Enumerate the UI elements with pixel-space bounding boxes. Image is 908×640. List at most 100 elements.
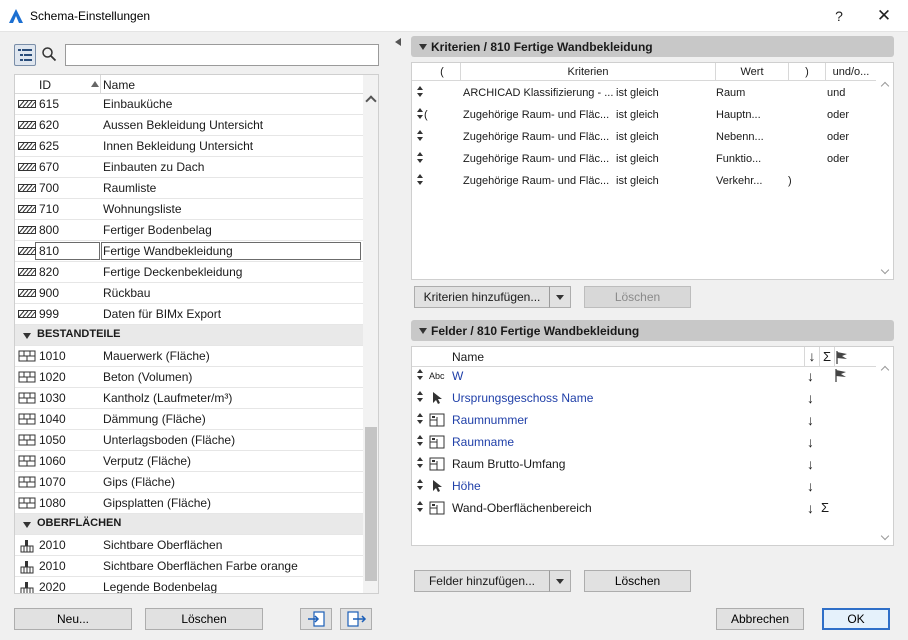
and-or[interactable]: oder bbox=[827, 131, 849, 143]
field-name[interactable]: Raumnummer bbox=[452, 413, 528, 427]
list-item[interactable]: 620 Aussen Bekleidung Untersicht bbox=[15, 115, 363, 136]
sort-down-icon[interactable]: ↓ bbox=[807, 478, 814, 494]
list-item[interactable]: 1050 Unterlagsboden (Fläche) bbox=[15, 430, 363, 451]
scrollbar-thumb[interactable] bbox=[365, 427, 377, 581]
criteria-row[interactable]: Zugehörige Raum- und Fläc... ist gleich Ne… bbox=[412, 126, 876, 148]
list-item[interactable]: 900 Rückbau bbox=[15, 283, 363, 304]
sort-down-icon[interactable]: ↓ bbox=[807, 368, 814, 384]
criterion-name[interactable]: Zugehörige Raum- und Fläc... bbox=[463, 109, 609, 121]
scroll-up-icon[interactable] bbox=[880, 365, 890, 375]
open-paren[interactable]: ( bbox=[424, 109, 428, 121]
export-button[interactable] bbox=[340, 608, 372, 630]
close-paren[interactable]: ) bbox=[788, 175, 792, 187]
scroll-up-icon[interactable] bbox=[365, 95, 377, 107]
tree-view-toggle-icon[interactable] bbox=[14, 44, 36, 66]
import-button[interactable] bbox=[300, 608, 332, 630]
reorder-handle-icon[interactable] bbox=[417, 174, 423, 186]
field-name[interactable]: Raumname bbox=[452, 435, 514, 449]
list-item[interactable]: 615 Einbauküche bbox=[15, 94, 363, 115]
criteria-row[interactable]: ARCHICAD Klassifizierung - ... ist gleich… bbox=[412, 82, 876, 104]
search-input[interactable] bbox=[65, 44, 379, 66]
and-or[interactable]: und bbox=[827, 87, 845, 99]
list-item[interactable]: 710 Wohnungsliste bbox=[15, 199, 363, 220]
list-item[interactable]: 999 Daten für BIMx Export bbox=[15, 304, 363, 325]
add-criteria-dropdown[interactable] bbox=[549, 286, 571, 308]
field-row[interactable]: Wand-Oberflächenbereich ↓ Σ bbox=[412, 497, 876, 519]
ok-button[interactable]: OK bbox=[822, 608, 890, 630]
fields-scrollbar[interactable] bbox=[877, 347, 893, 545]
field-row[interactable]: Höhe ↓ bbox=[412, 475, 876, 497]
field-name[interactable]: Raum Brutto-Umfang bbox=[452, 457, 565, 471]
add-fields-button[interactable]: Felder hinzufügen... bbox=[414, 570, 550, 592]
list-item[interactable]: 700 Raumliste bbox=[15, 178, 363, 199]
collapse-triangle-icon[interactable] bbox=[23, 333, 31, 339]
field-name[interactable]: W bbox=[452, 369, 463, 383]
field-row[interactable]: Abc W ↓ bbox=[412, 365, 876, 387]
panel-splitter[interactable] bbox=[395, 36, 403, 636]
list-item[interactable]: 800 Fertiger Bodenbelag bbox=[15, 220, 363, 241]
criterion-name[interactable]: Zugehörige Raum- und Fläc... bbox=[463, 131, 609, 143]
list-scrollbar[interactable] bbox=[363, 75, 378, 593]
list-item[interactable]: 820 Fertige Deckenbekleidung bbox=[15, 262, 363, 283]
sum-icon[interactable]: Σ bbox=[821, 500, 829, 515]
delete-criteria-button[interactable]: Löschen bbox=[584, 286, 691, 308]
reorder-handle-icon[interactable] bbox=[417, 457, 423, 469]
criterion-operator[interactable]: ist gleich bbox=[616, 109, 659, 121]
collapse-left-icon[interactable] bbox=[395, 38, 401, 46]
list-item[interactable]: 1060 Verputz (Fläche) bbox=[15, 451, 363, 472]
criteria-scrollbar[interactable] bbox=[877, 63, 893, 279]
reorder-handle-icon[interactable] bbox=[417, 479, 423, 491]
criteria-section-header[interactable]: Kriterien / 810 Fertige Wandbekleidung bbox=[411, 36, 894, 57]
criterion-value[interactable]: Nebenn... bbox=[716, 131, 764, 143]
scroll-down-icon[interactable] bbox=[880, 265, 890, 275]
list-item-selected[interactable]: 810 Fertige Wandbekleidung bbox=[15, 241, 363, 262]
add-criteria-button[interactable]: Kriterien hinzufügen... bbox=[414, 286, 550, 308]
list-item[interactable]: 1030 Kantholz (Laufmeter/m³) bbox=[15, 388, 363, 409]
and-or[interactable]: oder bbox=[827, 109, 849, 121]
reorder-handle-icon[interactable] bbox=[417, 413, 423, 425]
field-row[interactable]: Ursprungsgeschoss Name ↓ bbox=[412, 387, 876, 409]
criterion-operator[interactable]: ist gleich bbox=[616, 131, 659, 143]
list-item[interactable]: 625 Innen Bekleidung Untersicht bbox=[15, 136, 363, 157]
list-item[interactable]: 2010 Sichtbare Oberflächen bbox=[15, 535, 363, 556]
delete-fields-button[interactable]: Löschen bbox=[584, 570, 691, 592]
list-item[interactable]: 670 Einbauten zu Dach bbox=[15, 157, 363, 178]
sort-down-icon[interactable]: ↓ bbox=[807, 456, 814, 472]
sort-down-icon[interactable]: ↓ bbox=[807, 500, 814, 516]
field-name[interactable]: Höhe bbox=[452, 479, 481, 493]
column-header-id[interactable]: ID bbox=[39, 78, 51, 92]
new-button[interactable]: Neu... bbox=[14, 608, 132, 630]
field-row[interactable]: Raum Brutto-Umfang ↓ bbox=[412, 453, 876, 475]
scroll-down-icon[interactable] bbox=[880, 531, 890, 541]
reorder-handle-icon[interactable] bbox=[417, 152, 423, 164]
reorder-handle-icon[interactable] bbox=[417, 130, 423, 142]
reorder-handle-icon[interactable] bbox=[417, 391, 423, 403]
reorder-handle-icon[interactable] bbox=[417, 108, 423, 120]
list-item[interactable]: 1070 Gips (Fläche) bbox=[15, 472, 363, 493]
list-item[interactable]: 1080 Gipsplatten (Fläche) bbox=[15, 493, 363, 514]
criterion-value[interactable]: Funktio... bbox=[716, 153, 761, 165]
help-button[interactable]: ? bbox=[829, 6, 849, 26]
column-header-name[interactable]: Name bbox=[103, 78, 135, 92]
list-item[interactable]: 2010 Sichtbare Oberflächen Farbe orange bbox=[15, 556, 363, 577]
and-or[interactable]: oder bbox=[827, 153, 849, 165]
cancel-button[interactable]: Abbrechen bbox=[716, 608, 804, 630]
flag-icon[interactable] bbox=[835, 369, 847, 382]
field-name[interactable]: Wand-Oberflächenbereich bbox=[452, 501, 592, 515]
field-row[interactable]: Raumname ↓ bbox=[412, 431, 876, 453]
criteria-row[interactable]: Zugehörige Raum- und Fläc... ist gleich Ve… bbox=[412, 170, 876, 192]
add-fields-dropdown[interactable] bbox=[549, 570, 571, 592]
collapse-triangle-icon[interactable] bbox=[23, 522, 31, 528]
reorder-handle-icon[interactable] bbox=[417, 501, 423, 513]
reorder-handle-icon[interactable] bbox=[417, 435, 423, 447]
list-group-header[interactable]: OBERFLÄCHEN bbox=[15, 514, 363, 535]
reorder-handle-icon[interactable] bbox=[417, 86, 423, 98]
field-row[interactable]: Raumnummer ↓ bbox=[412, 409, 876, 431]
sort-down-icon[interactable]: ↓ bbox=[807, 412, 814, 428]
list-item[interactable]: 2020 Legende Bodenbelag bbox=[15, 577, 363, 593]
field-name[interactable]: Ursprungsgeschoss Name bbox=[452, 391, 593, 405]
criterion-value[interactable]: Hauptn... bbox=[716, 109, 761, 121]
criterion-name[interactable]: Zugehörige Raum- und Fläc... bbox=[463, 153, 609, 165]
scroll-up-icon[interactable] bbox=[880, 81, 890, 91]
list-item[interactable]: 1020 Beton (Volumen) bbox=[15, 367, 363, 388]
